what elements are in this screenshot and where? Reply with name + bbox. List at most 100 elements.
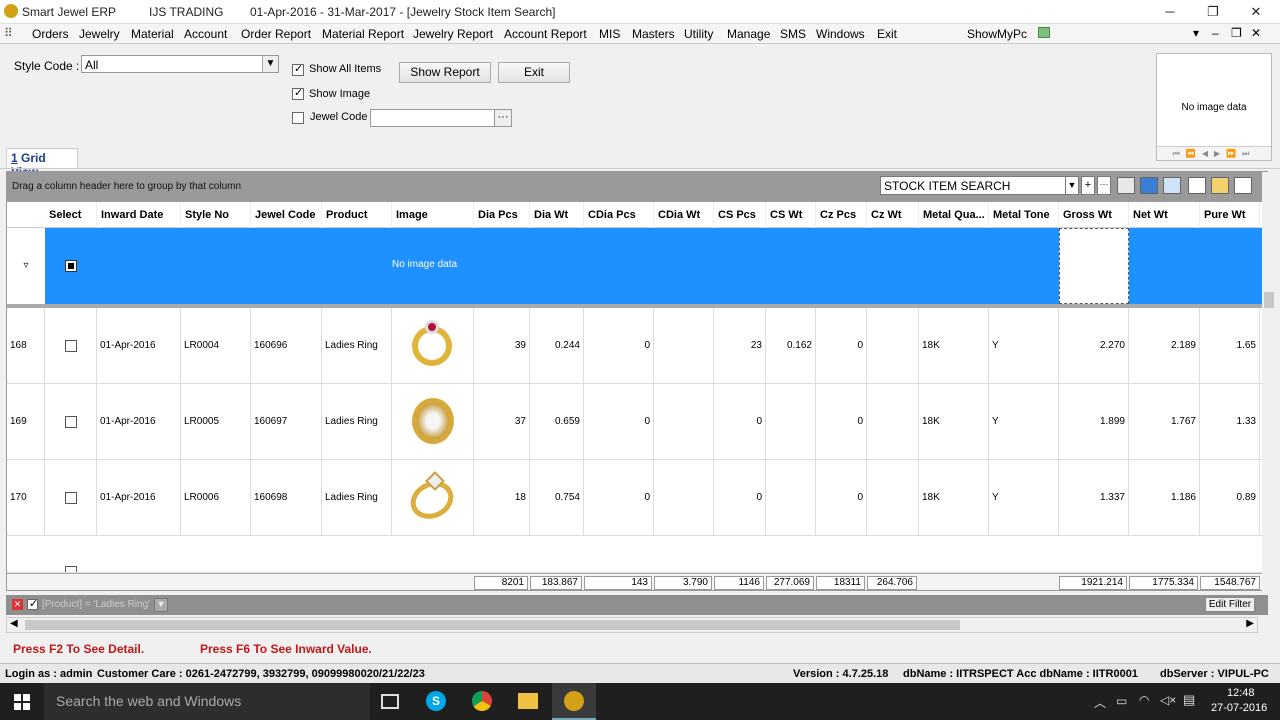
col-cdia-pcs[interactable]: CDia Pcs	[584, 202, 654, 228]
wifi-icon[interactable]: ◠	[1139, 693, 1149, 707]
filter-dropdown-icon[interactable]: ▼	[154, 598, 168, 612]
calculator-icon[interactable]	[1038, 27, 1050, 38]
jewel-code-checkbox[interactable]	[292, 112, 304, 124]
row-select-checkbox[interactable]	[65, 566, 77, 572]
menu-order-report[interactable]: Order Report	[241, 27, 311, 41]
filter-expression[interactable]: [Product] = 'Ladies Ring'	[42, 599, 150, 610]
filter-enable-checkbox[interactable]	[27, 597, 38, 610]
clock-time[interactable]: 12:48	[1227, 687, 1255, 699]
clock-date[interactable]: 27-07-2016	[1211, 702, 1267, 714]
task-view-icon[interactable]	[381, 694, 399, 709]
mdi-minimize-button[interactable]: ‒	[1212, 26, 1219, 40]
col-metal-tone[interactable]: Metal Tone	[989, 202, 1059, 228]
taskbar-search-box[interactable]: Search the web and Windows	[44, 683, 370, 720]
smart-jewel-taskbar-button[interactable]	[552, 683, 596, 720]
table-row[interactable]: 170 01-Apr-2016 LR0006 160698 Ladies Rin…	[7, 460, 1267, 536]
gross-wt-filter-cell[interactable]	[1059, 228, 1129, 304]
menu-sms[interactable]: SMS	[780, 27, 806, 41]
layout-icon[interactable]	[1234, 177, 1252, 194]
col-dia-wt[interactable]: Dia Wt	[530, 202, 584, 228]
menu-jewelry[interactable]: Jewelry	[79, 27, 120, 41]
menu-material-report[interactable]: Material Report	[322, 27, 404, 41]
show-all-items-checkbox[interactable]	[292, 62, 304, 76]
col-cz-pcs[interactable]: Cz Pcs	[816, 202, 867, 228]
menu-showmypc[interactable]: ShowMyPc	[967, 27, 1027, 41]
export-icon[interactable]	[1163, 177, 1181, 194]
clear-filter-icon[interactable]: ✕	[12, 599, 23, 610]
menu-manage[interactable]: Manage	[727, 27, 770, 41]
menu-jewelry-report[interactable]: Jewelry Report	[413, 27, 493, 41]
battery-icon[interactable]: ▭	[1116, 694, 1127, 708]
settings-icon[interactable]	[1211, 177, 1229, 194]
maximize-button[interactable]: ❐	[1193, 2, 1233, 22]
close-button[interactable]: ✕	[1236, 2, 1276, 22]
exit-button[interactable]: Exit	[498, 62, 570, 83]
cell-cdia-pcs: 0	[584, 308, 654, 384]
col-cdia-wt[interactable]: CDia Wt	[654, 202, 714, 228]
search-dropdown-icon[interactable]: ▼	[1065, 176, 1079, 195]
table-row[interactable]: 168 01-Apr-2016 LR0004 160696 Ladies Rin…	[7, 308, 1267, 384]
volume-icon[interactable]: ◁×	[1160, 693, 1176, 707]
edit-filter-button[interactable]: Edit Filter	[1205, 597, 1255, 612]
menu-mis[interactable]: MIS	[599, 27, 620, 41]
tray-chevron-icon[interactable]: ︿	[1094, 694, 1106, 711]
cell-dia-pcs: 18	[474, 460, 530, 536]
menu-utility[interactable]: Utility	[684, 27, 713, 41]
col-net-wt[interactable]: Net Wt	[1129, 202, 1200, 228]
tab-grid-view[interactable]: 1 Grid View	[6, 148, 78, 179]
col-dia-pcs[interactable]: Dia Pcs	[474, 202, 530, 228]
chrome-icon[interactable]	[472, 691, 492, 711]
notification-icon[interactable]: ▤	[1183, 692, 1195, 708]
dropdown-arrow-icon[interactable]: ▾	[1193, 26, 1199, 40]
style-code-select[interactable]: All ▼	[81, 55, 279, 73]
menu-orders[interactable]: Orders	[32, 27, 69, 41]
menu-material[interactable]: Material	[131, 27, 174, 41]
total-cz-pcs: 18311	[816, 576, 865, 590]
style-code-label: Style Code :	[14, 59, 80, 73]
jewel-code-browse-button[interactable]: ···	[494, 109, 512, 127]
col-style-no[interactable]: Style No	[181, 202, 251, 228]
col-cz-wt[interactable]: Cz Wt	[867, 202, 919, 228]
search-add-icon[interactable]: +	[1081, 176, 1095, 195]
col-cs-wt[interactable]: CS Wt	[766, 202, 816, 228]
preview-icon[interactable]	[1188, 177, 1206, 194]
windows-start-icon[interactable]	[14, 694, 30, 710]
col-product[interactable]: Product	[322, 202, 392, 228]
skype-icon[interactable]: S	[426, 691, 446, 711]
scroll-right-icon[interactable]: ▶	[1246, 618, 1254, 629]
menu-account-report[interactable]: Account Report	[504, 27, 587, 41]
print-icon[interactable]	[1117, 177, 1135, 194]
search-more-icon[interactable]: ···	[1097, 176, 1111, 195]
show-image-checkbox[interactable]	[292, 86, 304, 100]
jewel-code-input[interactable]	[370, 109, 496, 127]
col-select[interactable]: Select	[45, 202, 97, 228]
col-metal-quality[interactable]: Metal Qua...	[919, 202, 989, 228]
table-row[interactable]: 169 01-Apr-2016 LR0005 160697 Ladies Rin…	[7, 384, 1267, 460]
menu-account[interactable]: Account	[184, 27, 227, 41]
col-gross-wt[interactable]: Gross Wt	[1059, 202, 1129, 228]
menu-exit[interactable]: Exit	[877, 27, 897, 41]
filter-select-checkbox[interactable]	[65, 260, 77, 272]
group-by-bar[interactable]: Drag a column header here to group by th…	[7, 172, 1267, 202]
menu-masters[interactable]: Masters	[632, 27, 675, 41]
col-image[interactable]: Image	[392, 202, 474, 228]
auto-filter-row[interactable]: No image data	[45, 228, 1267, 304]
show-report-button[interactable]: Show Report	[399, 62, 491, 83]
mdi-restore-button[interactable]: ❐	[1231, 26, 1242, 40]
vertical-scrollbar[interactable]	[1262, 172, 1276, 612]
file-explorer-icon[interactable]	[518, 693, 538, 709]
chevron-down-icon[interactable]: ▼	[262, 56, 278, 72]
horizontal-scrollbar[interactable]: ◀ ▶	[6, 617, 1258, 633]
col-jewel-code[interactable]: Jewel Code	[251, 202, 322, 228]
scroll-left-icon[interactable]: ◀	[10, 618, 18, 629]
col-pure-wt[interactable]: Pure Wt	[1200, 202, 1260, 228]
mdi-close-button[interactable]: ✕	[1251, 26, 1261, 40]
total-cs-pcs: 1146	[714, 576, 764, 590]
minimize-button[interactable]: ─	[1150, 2, 1190, 22]
menu-windows[interactable]: Windows	[816, 27, 865, 41]
save-icon[interactable]	[1140, 177, 1158, 194]
grid-search-input[interactable]: STOCK ITEM SEARCH	[880, 176, 1066, 195]
col-cs-pcs[interactable]: CS Pcs	[714, 202, 766, 228]
table-row[interactable]	[7, 536, 1267, 573]
col-inward-date[interactable]: Inward Date	[97, 202, 181, 228]
